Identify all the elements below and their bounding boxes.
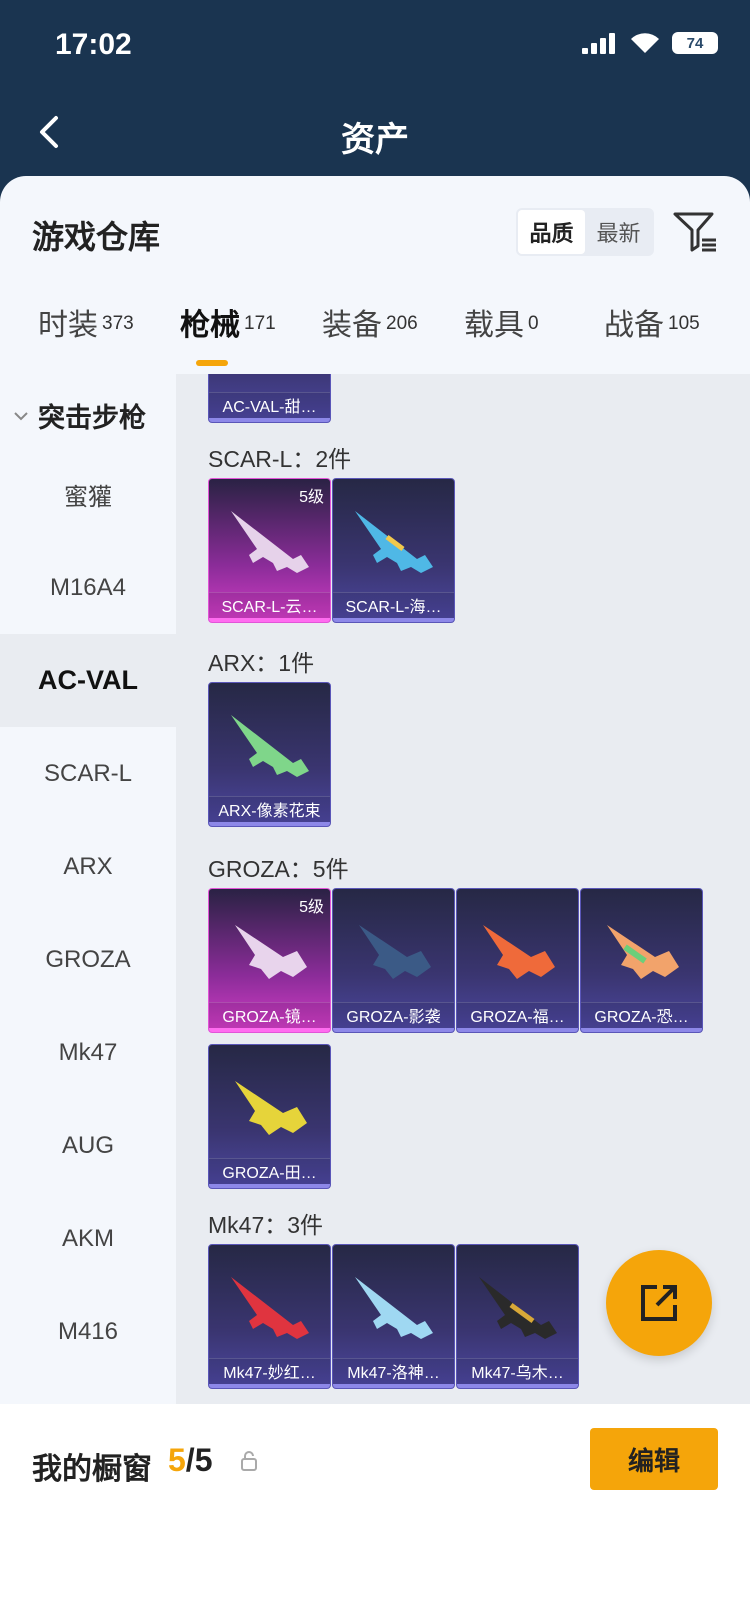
group-title: ARX：1件 xyxy=(208,650,315,676)
rifle-icon xyxy=(231,511,309,573)
sidebar-item[interactable]: M416 xyxy=(0,1285,176,1378)
sort-by-newest[interactable]: 最新 xyxy=(585,210,652,254)
category-tabs: 时装 373 枪械 171 装备 206 载具 0 战备 105 xyxy=(0,294,750,366)
weapon-card[interactable]: GROZA-田… xyxy=(208,1044,331,1189)
tab-supplies[interactable]: 战备 105 xyxy=(604,300,700,344)
showcase-bar: 我的橱窗 5/5 编辑 xyxy=(0,1404,750,1624)
signal-icon xyxy=(582,32,618,54)
weapon-card[interactable]: Mk47-妙红… xyxy=(208,1244,331,1389)
sidebar-item[interactable]: AUG xyxy=(0,1099,176,1192)
weapon-card[interactable]: Mk47-洛神… xyxy=(332,1244,455,1389)
weapon-card[interactable]: 5级 GROZA-镜… xyxy=(208,888,331,1033)
game-warehouse-sheet: 游戏仓库 品质 最新 时装 373 枪械 171 装备 206 载具 0 战备 105 突… xyxy=(0,176,750,1624)
sort-toggle: 品质 最新 xyxy=(516,208,654,256)
weapon-card[interactable]: SCAR-L-海… xyxy=(332,478,455,623)
status-icons: 74 xyxy=(582,32,718,54)
weapon-card[interactable]: GROZA-福… xyxy=(456,888,579,1033)
sidebar-item[interactable]: AKM xyxy=(0,1192,176,1285)
rifle-icon xyxy=(231,715,309,777)
sidebar-item[interactable]: 蜜獾 xyxy=(0,448,176,541)
active-tab-indicator xyxy=(196,360,228,366)
chevron-down-icon xyxy=(14,411,28,420)
sort-by-quality[interactable]: 品质 xyxy=(518,210,585,254)
filter-icon[interactable] xyxy=(672,210,718,254)
showcase-label: 我的橱窗 xyxy=(32,1453,152,1486)
wifi-icon xyxy=(631,33,659,53)
top-nav: 资产 xyxy=(0,90,750,174)
tab-equipment[interactable]: 装备 206 xyxy=(322,300,418,344)
rifle-icon xyxy=(235,925,307,979)
rifle-icon xyxy=(231,1277,309,1339)
sidebar-group-assault-rifles[interactable]: 突击步枪 xyxy=(12,396,146,435)
lock-icon xyxy=(241,1451,257,1471)
rifle-icon xyxy=(607,925,679,979)
rifle-icon xyxy=(355,511,433,573)
sidebar-item[interactable]: ARX xyxy=(0,820,176,913)
tab-vehicles[interactable]: 载具 0 xyxy=(464,300,539,344)
weapon-sidebar: 突击步枪 蜜獾 M16A4 AC-VAL SCAR-L ARX GROZA Mk… xyxy=(0,374,176,1404)
sidebar-item[interactable]: SCAR-L xyxy=(0,727,176,820)
edit-button[interactable]: 编辑 xyxy=(590,1428,718,1490)
rifle-icon xyxy=(479,1277,557,1339)
battery-indicator: 74 xyxy=(672,32,718,54)
group-title: SCAR-L：2件 xyxy=(208,446,352,472)
group-title: GROZA：5件 xyxy=(208,856,349,882)
sheet-title: 游戏仓库 xyxy=(32,219,161,255)
sidebar-item[interactable]: Mk47 xyxy=(0,1006,176,1099)
page-title: 资产 xyxy=(341,121,409,159)
weapon-card[interactable]: Mk47-乌木… xyxy=(456,1244,579,1389)
status-bar: 17:02 74 xyxy=(0,0,750,90)
rifle-icon xyxy=(235,1081,307,1135)
rifle-icon xyxy=(483,925,555,979)
weapon-card[interactable]: GROZA-影袭 xyxy=(332,888,455,1033)
sidebar-item-active[interactable]: AC-VAL xyxy=(0,634,176,727)
rifle-icon xyxy=(355,1277,433,1339)
weapon-card[interactable]: ARX-像素花束 xyxy=(208,682,331,827)
weapon-card[interactable]: AC-VAL-甜… xyxy=(208,374,331,423)
tab-fashion[interactable]: 时装 373 xyxy=(38,300,134,344)
status-time: 17:02 xyxy=(55,28,132,61)
share-export-button[interactable] xyxy=(606,1250,712,1356)
external-link-icon xyxy=(641,1285,677,1321)
rifle-icon xyxy=(359,925,431,979)
sidebar-item[interactable]: M16A4 xyxy=(0,541,176,634)
tab-firearms[interactable]: 枪械 171 xyxy=(180,300,276,344)
group-title: Mk47：3件 xyxy=(208,1212,324,1238)
weapon-card[interactable]: GROZA-恐… xyxy=(580,888,703,1033)
sidebar-item[interactable]: GROZA xyxy=(0,913,176,1006)
weapon-card[interactable]: 5级 SCAR-L-云… xyxy=(208,478,331,623)
showcase-count: 5/5 xyxy=(168,1442,213,1478)
